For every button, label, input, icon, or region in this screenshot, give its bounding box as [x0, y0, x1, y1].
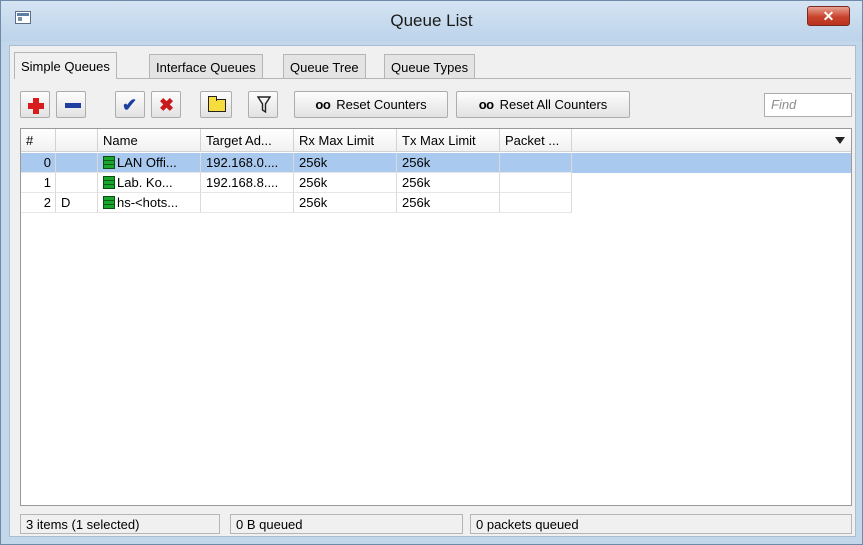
close-button[interactable]: ✕	[807, 6, 850, 26]
remove-button[interactable]	[56, 91, 86, 118]
row-number: 2	[21, 193, 56, 213]
row-packet	[500, 173, 572, 193]
row-name: hs-<hots...	[117, 195, 179, 210]
row-rx-max-limit: 256k	[294, 173, 397, 193]
reset-counters-button[interactable]: oo Reset Counters	[294, 91, 448, 118]
row-name-cell: Lab. Ko...	[98, 173, 201, 193]
tab-divider	[14, 78, 851, 79]
queue-icon	[103, 196, 115, 209]
column-chooser-dropdown-icon[interactable]	[835, 137, 845, 144]
filter-button[interactable]	[248, 91, 278, 118]
row-name-cell: LAN Offi...	[98, 153, 201, 173]
row-number: 1	[21, 173, 56, 193]
tab-queue-tree[interactable]: Queue Tree	[283, 54, 366, 78]
reset-counters-label: Reset Counters	[336, 97, 427, 112]
status-bar: 3 items (1 selected) 0 B queued 0 packet…	[20, 514, 852, 534]
queue-list-window: Queue List ✕ Simple Queues Interface Que…	[0, 0, 863, 545]
status-bytes-queued: 0 B queued	[230, 514, 463, 534]
table-row[interactable]: 2 D hs-<hots... 256k 256k	[21, 193, 851, 213]
minus-icon	[65, 103, 81, 108]
row-tx-max-limit: 256k	[397, 173, 500, 193]
tab-queue-types[interactable]: Queue Types	[384, 54, 476, 78]
row-flag: D	[56, 193, 98, 213]
row-rx-max-limit: 256k	[294, 153, 397, 173]
add-button[interactable]	[20, 91, 50, 118]
column-header-packet[interactable]: Packet ...	[500, 129, 572, 152]
comment-button[interactable]	[200, 91, 232, 118]
disable-button[interactable]: ✖	[151, 91, 181, 118]
enable-button[interactable]: ✔	[115, 91, 145, 118]
column-header-number[interactable]: #	[21, 129, 56, 152]
queue-icon	[103, 156, 115, 169]
reset-counters-icon: oo	[315, 97, 331, 112]
toolbar: ✔ ✖ oo Reset Counters oo Reset All Counter…	[20, 89, 852, 119]
row-target	[201, 193, 294, 213]
table-row[interactable]: 1 Lab. Ko... 192.168.8.... 256k 256k	[21, 173, 851, 193]
row-packet	[500, 153, 572, 173]
queue-table: # Name Target Ad... Rx Max Limit Tx Max …	[20, 128, 852, 506]
table-row[interactable]: 0 LAN Offi... 192.168.0.... 256k 256k	[21, 153, 851, 173]
tab-simple-queues[interactable]: Simple Queues	[14, 52, 117, 79]
check-icon: ✔	[122, 95, 138, 115]
reset-all-counters-button[interactable]: oo Reset All Counters	[456, 91, 630, 118]
status-packets-queued: 0 packets queued	[470, 514, 852, 534]
row-flag	[56, 173, 98, 193]
window-title: Queue List	[390, 11, 473, 30]
row-target: 192.168.0....	[201, 153, 294, 173]
row-rx-max-limit: 256k	[294, 193, 397, 213]
find-input[interactable]: Find	[764, 93, 852, 117]
column-header-target[interactable]: Target Ad...	[201, 129, 294, 152]
filter-icon	[257, 96, 271, 114]
column-header-name[interactable]: Name	[98, 129, 201, 152]
title-bar[interactable]: Queue List ✕	[1, 1, 862, 41]
status-items: 3 items (1 selected)	[20, 514, 220, 534]
row-name-cell: hs-<hots...	[98, 193, 201, 213]
comment-icon	[208, 96, 226, 112]
column-header-rx-max-limit[interactable]: Rx Max Limit	[294, 129, 397, 152]
tab-interface-queues[interactable]: Interface Queues	[149, 54, 263, 78]
window-client: Simple Queues Interface Queues Queue Tre…	[9, 45, 856, 537]
row-target: 192.168.8....	[201, 173, 294, 193]
row-tx-max-limit: 256k	[397, 153, 500, 173]
row-packet	[500, 193, 572, 213]
table-header: # Name Target Ad... Rx Max Limit Tx Max …	[21, 129, 851, 152]
plus-icon	[28, 98, 44, 114]
row-name: Lab. Ko...	[117, 175, 173, 190]
queue-icon	[103, 176, 115, 189]
row-tx-max-limit: 256k	[397, 193, 500, 213]
row-name: LAN Offi...	[117, 155, 177, 170]
reset-all-counters-icon: oo	[478, 97, 494, 112]
row-number: 0	[21, 153, 56, 173]
column-header-tx-max-limit[interactable]: Tx Max Limit	[397, 129, 500, 152]
row-flag	[56, 153, 98, 173]
reset-all-counters-label: Reset All Counters	[499, 97, 608, 112]
x-icon: ✖	[159, 95, 175, 115]
column-header-flags[interactable]	[56, 129, 98, 152]
